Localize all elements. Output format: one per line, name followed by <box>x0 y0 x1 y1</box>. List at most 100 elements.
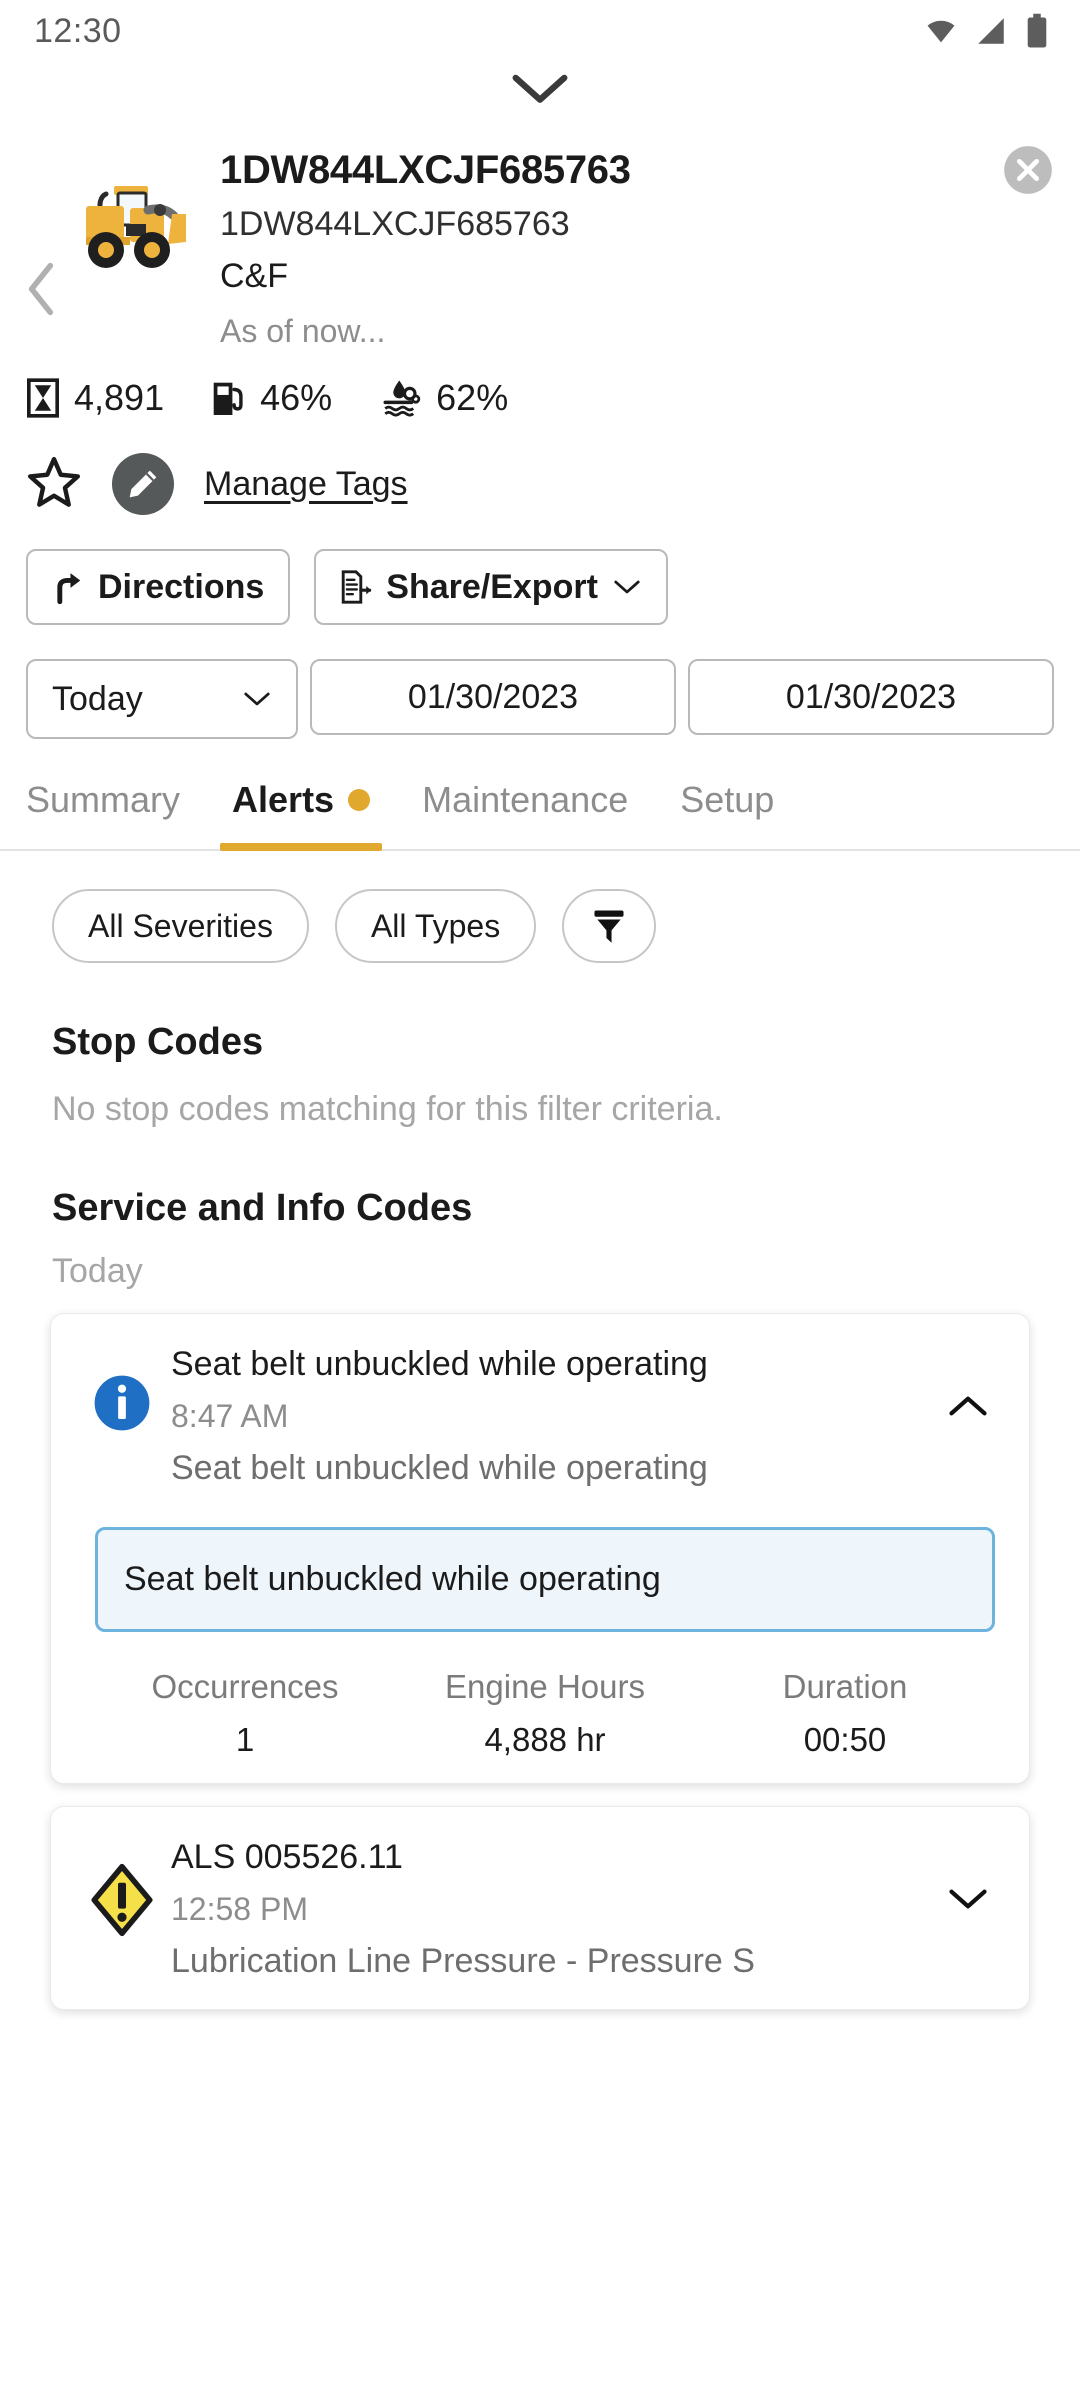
alerts-badge-dot <box>348 789 371 812</box>
action-buttons: Directions Share/Export <box>0 515 1080 626</box>
edit-tags-button[interactable] <box>112 453 174 516</box>
alert-stat-engine-hours: Engine Hours 4,888 hr <box>395 1666 695 1759</box>
chevron-down-handle-icon <box>512 74 568 103</box>
as-of-timestamp: As of now... <box>220 313 386 350</box>
alert-collapse-toggle[interactable] <box>933 1340 1003 1420</box>
alert-description: Lubrication Line Pressure - Pressure S <box>171 1941 755 1980</box>
def-fluid-icon <box>383 380 421 417</box>
alert-title: ALS 005526.11 <box>171 1837 403 1876</box>
alert-stat-occurrences: Occurrences 1 <box>95 1666 395 1759</box>
alert-card-body: Seat belt unbuckled while operating 8:47… <box>167 1340 933 1493</box>
metric-def: 62% <box>380 377 508 419</box>
app-screen: 12:30 1DW844LXCJF685763 1DW844LXCJF68576… <box>0 0 1080 2400</box>
metric-fuel-value: 46% <box>260 377 333 419</box>
sheet-drag-handle[interactable] <box>0 62 1080 118</box>
alert-title: Seat belt unbuckled while operating <box>171 1345 708 1384</box>
wheel-loader-icon <box>86 186 186 268</box>
hour-meter-icon <box>27 378 60 418</box>
end-date-field[interactable]: 01/30/2023 <box>688 659 1054 736</box>
type-filter-chip[interactable]: All Types <box>334 889 537 964</box>
cellular-signal-icon <box>978 18 1004 44</box>
share-export-label: Share/Export <box>386 567 598 606</box>
alert-time: 12:58 PM <box>171 1890 308 1927</box>
chevron-down-icon <box>614 580 640 594</box>
service-info-codes-title: Service and Info Codes <box>52 1187 473 1230</box>
share-document-icon <box>342 570 372 604</box>
directions-label: Directions <box>98 567 265 606</box>
alert-expand-toggle[interactable] <box>933 1833 1003 1913</box>
metric-hour-value: 4,891 <box>74 377 165 419</box>
service-info-codes-group-label: Today <box>52 1252 143 1291</box>
stat-label: Occurrences <box>151 1667 339 1705</box>
tab-alerts-label: Alerts <box>232 779 335 821</box>
page-title: 1DW844LXCJF685763 <box>220 148 631 192</box>
alert-severity-icon-wrap <box>77 1340 167 1436</box>
stat-value: 4,888 hr <box>484 1720 606 1758</box>
tab-maintenance-label: Maintenance <box>422 779 629 821</box>
date-preset-select[interactable]: Today <box>26 659 298 740</box>
pencil-icon <box>129 470 157 498</box>
start-date-field[interactable]: 01/30/2023 <box>310 659 676 736</box>
stat-label: Engine Hours <box>445 1667 645 1705</box>
tab-alerts[interactable]: Alerts <box>206 779 396 852</box>
info-circle-icon <box>91 1372 153 1435</box>
alert-card[interactable]: ALS 005526.11 12:58 PM Lubrication Line … <box>50 1805 1030 2011</box>
metric-fuel: 46% <box>212 377 332 419</box>
share-export-button[interactable]: Share/Export <box>314 549 668 626</box>
tab-summary[interactable]: Summary <box>0 779 206 849</box>
battery-icon <box>1027 13 1047 48</box>
star-outline-icon <box>27 456 81 507</box>
close-icon <box>1004 146 1052 194</box>
wifi-icon <box>927 20 955 43</box>
chevron-left-icon <box>28 262 54 315</box>
severity-filter-chip[interactable]: All Severities <box>52 889 309 964</box>
status-bar: 12:30 <box>0 0 1080 62</box>
close-button[interactable] <box>1002 144 1054 196</box>
stop-codes-title: Stop Codes <box>52 1021 264 1064</box>
machine-owner: C&F <box>220 256 288 295</box>
tab-setup-label: Setup <box>680 779 775 821</box>
metric-def-value: 62% <box>436 377 509 419</box>
back-button[interactable] <box>14 144 68 355</box>
favorite-button[interactable] <box>26 454 82 515</box>
alert-description: Seat belt unbuckled while operating <box>171 1449 708 1488</box>
tags-row: Manage Tags <box>0 419 1080 516</box>
tab-setup[interactable]: Setup <box>654 779 800 849</box>
status-time: 12:30 <box>34 11 122 50</box>
machine-identity: 1DW844LXCJF685763 1DW844LXCJF685763 C&F … <box>198 144 1054 355</box>
alert-card-header[interactable]: ALS 005526.11 12:58 PM Lubrication Line … <box>51 1833 1029 1986</box>
manage-tags-link[interactable]: Manage Tags <box>204 465 408 504</box>
chevron-up-icon <box>949 1396 987 1416</box>
stat-label: Duration <box>782 1667 908 1705</box>
metric-hour-meter: 4,891 <box>26 377 164 419</box>
alert-stat-duration: Duration 00:50 <box>695 1666 995 1759</box>
machine-serial: 1DW844LXCJF685763 <box>220 204 570 243</box>
machine-metrics: 4,891 46% 62% <box>0 355 1080 419</box>
machine-header: 1DW844LXCJF685763 1DW844LXCJF685763 C&F … <box>0 118 1080 355</box>
tab-summary-label: Summary <box>26 779 181 821</box>
alert-card-header[interactable]: Seat belt unbuckled while operating 8:47… <box>51 1340 1029 1493</box>
machine-thumbnail <box>68 144 198 355</box>
tab-maintenance[interactable]: Maintenance <box>396 779 654 849</box>
alert-card[interactable]: Seat belt unbuckled while operating 8:47… <box>50 1313 1030 1784</box>
advanced-filter-button[interactable] <box>562 889 657 964</box>
alert-detail-box: Seat belt unbuckled while operating <box>95 1526 995 1632</box>
tab-bar: Summary Alerts Maintenance Setup <box>0 739 1080 852</box>
stop-codes-empty-message: No stop codes matching for this filter c… <box>52 1090 723 1129</box>
date-range-row: Today 01/30/2023 01/30/2023 <box>0 625 1080 740</box>
chevron-down-icon <box>949 1889 987 1908</box>
chevron-down-icon <box>244 692 270 706</box>
warning-diamond-icon <box>91 1863 153 1936</box>
alert-time: 8:47 AM <box>171 1398 289 1435</box>
fuel-pump-icon <box>213 382 243 416</box>
stat-value: 00:50 <box>803 1720 887 1758</box>
date-preset-value: Today <box>52 679 143 718</box>
alert-card-body: ALS 005526.11 12:58 PM Lubrication Line … <box>167 1833 933 1986</box>
directions-button[interactable]: Directions <box>26 549 291 626</box>
directions-arrow-icon <box>57 573 81 605</box>
status-icons <box>924 13 1050 49</box>
stat-value: 1 <box>235 1720 255 1758</box>
alert-stats-row: Occurrences 1 Engine Hours 4,888 hr Dura… <box>51 1666 1029 1759</box>
funnel-filter-icon <box>594 910 624 943</box>
alert-card-list: Seat belt unbuckled while operating 8:47… <box>0 1291 1080 2011</box>
